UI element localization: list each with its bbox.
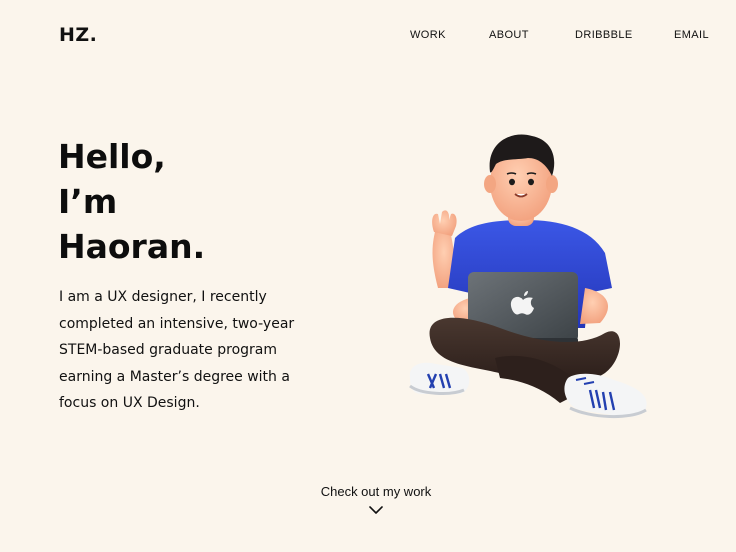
nav-about-link[interactable]: ABOUT — [489, 29, 529, 41]
intro-line: earning a Master’s degree with a — [59, 368, 290, 385]
avatar-illustration — [409, 134, 647, 418]
main-nav: WORK ABOUT DRIBBBLE EMAIL — [0, 29, 736, 43]
intro-line: focus on UX Design. — [59, 395, 200, 411]
nav-dribbble-link[interactable]: DRIBBBLE — [575, 29, 633, 41]
nav-work-link[interactable]: WORK — [410, 29, 446, 41]
intro-line: completed an intensive, two-year — [59, 315, 295, 332]
cta-label: Check out my work — [320, 484, 432, 499]
intro-line: STEM-based graduate program — [59, 342, 277, 358]
hero-intro-text: I am a UX designer, I recently completed… — [59, 284, 309, 417]
intro-line: I am a UX designer, I recently — [59, 289, 267, 305]
headline-line: I’m — [58, 182, 118, 221]
nav-email-link[interactable]: EMAIL — [674, 29, 709, 41]
check-out-work-cta[interactable]: Check out my work — [268, 484, 484, 515]
portfolio-page: HZ. WORK ABOUT DRIBBBLE EMAIL Hello, I’m… — [0, 0, 736, 552]
hero-headline: Hello, I’m Haoran. — [58, 134, 205, 269]
headline-line: Hello, — [58, 137, 166, 176]
chevron-down-icon[interactable] — [368, 505, 384, 515]
headline-line: Haoran. — [58, 227, 206, 266]
